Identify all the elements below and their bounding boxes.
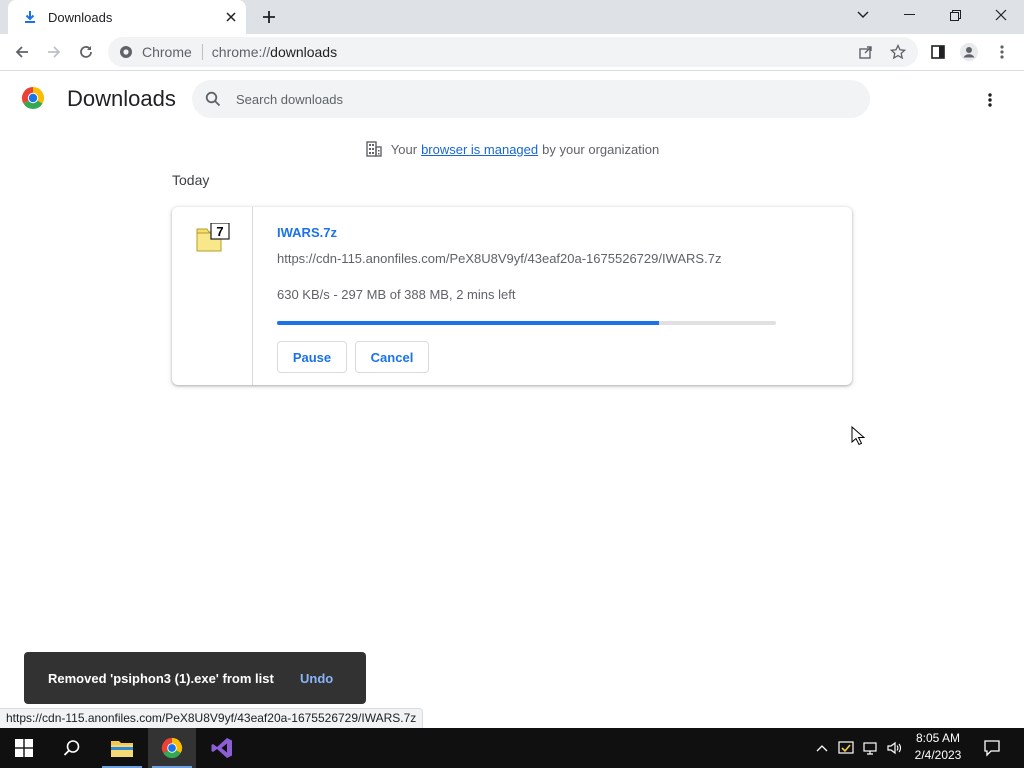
7z-file-icon: 7	[196, 222, 230, 253]
browser-managed-link[interactable]: browser is managed	[421, 142, 538, 157]
browser-menu-icon[interactable]	[988, 38, 1016, 66]
more-actions-icon[interactable]	[978, 88, 1002, 112]
back-button[interactable]	[8, 38, 36, 66]
browser-toolbar: Chrome chrome://downloads	[0, 34, 1024, 71]
file-explorer-icon[interactable]	[98, 728, 146, 768]
clock-date: 2/4/2023	[914, 748, 962, 762]
download-progress-bar	[277, 321, 776, 325]
show-hidden-icons-chevron[interactable]	[812, 728, 832, 768]
date-section-heading: Today	[172, 172, 210, 188]
download-item-card: 7 IWARS.7z https://cdn-115.anonfiles.com…	[172, 207, 852, 385]
volume-tray-icon[interactable]	[884, 728, 904, 768]
undo-button[interactable]: Undo	[300, 671, 333, 686]
security-tray-icon[interactable]	[836, 728, 856, 768]
downloads-header: Downloads	[0, 72, 1024, 128]
side-panel-icon[interactable]	[924, 38, 952, 66]
managed-suffix: by your organization	[542, 141, 660, 157]
toast-message: Removed 'psiphon3 (1).exe' from list	[48, 670, 274, 686]
url-scheme: chrome://	[211, 44, 271, 60]
building-icon	[365, 140, 383, 158]
minimize-button[interactable]	[886, 0, 932, 30]
clock-time: 8:05 AM	[915, 731, 961, 745]
profile-avatar-icon[interactable]	[955, 38, 983, 66]
managed-notice: Your browser is managed by your organiza…	[0, 138, 1024, 160]
forward-button[interactable]	[40, 38, 68, 66]
tab-search-icon[interactable]	[840, 0, 886, 30]
reload-button[interactable]	[72, 38, 100, 66]
close-window-button[interactable]	[978, 0, 1024, 30]
chrome-logo-icon	[21, 86, 45, 110]
search-input[interactable]	[236, 91, 836, 107]
download-status-text: 630 KB/s - 297 MB of 388 MB, 2 mins left	[277, 287, 516, 302]
omnibox-chip: Chrome	[142, 44, 203, 60]
managed-prefix: Your	[390, 141, 418, 157]
taskbar-search-icon[interactable]	[48, 728, 96, 768]
download-icon-column: 7	[172, 207, 253, 385]
page-title: Downloads	[67, 86, 176, 111]
cancel-button[interactable]: Cancel	[355, 341, 429, 373]
tab-downloads[interactable]: Downloads	[8, 0, 246, 34]
omnibox-url[interactable]: chrome://downloads	[212, 44, 337, 60]
restore-button[interactable]	[932, 0, 978, 30]
windows-taskbar: 8:05 AM 2/4/2023	[0, 728, 1024, 768]
removed-toast: Removed 'psiphon3 (1).exe' from list Und…	[24, 652, 366, 704]
omnibox[interactable]: Chrome chrome://downloads	[108, 37, 918, 67]
download-progress-fill	[277, 321, 659, 325]
download-source-url[interactable]: https://cdn-115.anonfiles.com/PeX8U8V9yf…	[277, 251, 721, 266]
network-tray-icon[interactable]	[860, 728, 880, 768]
visual-studio-icon[interactable]	[198, 728, 246, 768]
tab-title: Downloads	[48, 9, 113, 25]
url-path: downloads	[270, 44, 338, 60]
notifications-icon[interactable]	[980, 728, 1004, 768]
pause-button[interactable]: Pause	[277, 341, 347, 373]
close-tab-icon[interactable]	[222, 8, 240, 26]
download-filename-link[interactable]: IWARS.7z	[277, 225, 337, 240]
chrome-taskbar-icon[interactable]	[148, 728, 196, 768]
file-icon-label: 7	[216, 224, 223, 239]
search-icon	[204, 90, 222, 108]
new-tab-button[interactable]	[258, 6, 280, 28]
start-button[interactable]	[0, 728, 48, 768]
link-status-bubble: https://cdn-115.anonfiles.com/PeX8U8V9yf…	[0, 708, 424, 728]
bookmark-star-icon[interactable]	[884, 38, 912, 66]
search-downloads-box[interactable]	[192, 80, 870, 118]
mouse-cursor-icon	[851, 425, 866, 446]
share-icon[interactable]	[852, 38, 880, 66]
chrome-site-icon[interactable]	[118, 44, 134, 60]
tab-strip: Downloads	[0, 0, 1024, 34]
taskbar-clock[interactable]: 8:05 AM 2/4/2023	[906, 730, 970, 766]
download-icon	[22, 9, 38, 25]
